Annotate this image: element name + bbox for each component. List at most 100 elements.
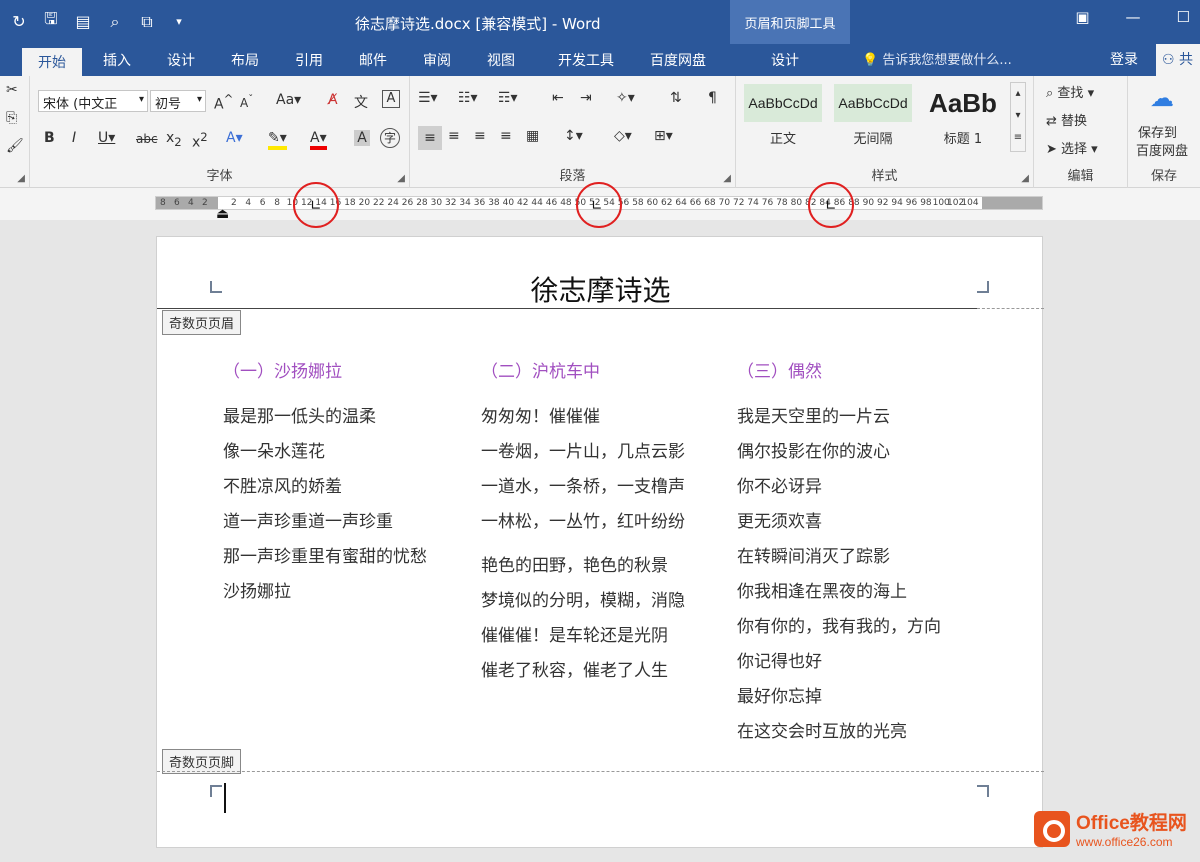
show-marks-icon[interactable]: ¶ — [708, 90, 717, 106]
first-line-indent-marker[interactable]: ⏏ — [216, 206, 229, 222]
save-icon[interactable]: 🖫 — [40, 8, 62, 35]
replace-button[interactable]: ⇄ 替换 — [1046, 110, 1087, 129]
baidu-cloud-icon[interactable]: ☁ — [1150, 84, 1174, 112]
distributed-icon[interactable]: ▦ — [526, 128, 539, 144]
tab-view[interactable]: 视图 — [476, 48, 526, 76]
grow-font-icon[interactable]: A^ — [214, 92, 233, 113]
font-name-combo[interactable]: 宋体 (中文正 ▾ — [38, 90, 148, 112]
enclosed-character-icon[interactable]: 字 — [380, 128, 400, 148]
select-button[interactable]: ➤ 选择 ▾ — [1046, 138, 1098, 157]
poem-column-1[interactable]: （一）沙扬娜拉 最是那一低头的温柔 像一朵水莲花 不胜凉风的娇羞 道一声珍重道一… — [223, 357, 427, 610]
styles-scroll[interactable]: ▴ ▾ ≡ — [1010, 82, 1026, 152]
phonetic-guide-icon[interactable]: 文 — [354, 92, 368, 112]
minimize-icon[interactable]: — — [1126, 8, 1141, 26]
character-border-icon[interactable]: A — [382, 90, 400, 108]
clipboard-expand-icon[interactable]: ◢ — [17, 173, 25, 184]
screenshot-icon[interactable]: ⧉ — [136, 12, 158, 32]
ruler-number: 6 — [174, 198, 180, 208]
find-button[interactable]: ⌕ 查找 ▾ — [1046, 82, 1094, 101]
character-shading-icon[interactable]: A — [354, 130, 370, 146]
poem-line: 不胜凉风的娇羞 — [223, 477, 342, 497]
font-color-icon[interactable]: A▾ — [310, 130, 327, 150]
title-bar: ↻ 🖫 ▤ ⌕ ⧉ ▾ 徐志摩诗选.docx [兼容模式] - Word 页眉和… — [0, 0, 1200, 44]
cut-icon[interactable]: ✂ — [6, 82, 18, 98]
align-left-icon[interactable]: ≡ — [418, 126, 442, 150]
shading-icon[interactable]: ◇▾ — [614, 128, 632, 144]
copy-icon[interactable]: ⎘ — [6, 110, 17, 126]
font-expand-icon[interactable]: ◢ — [397, 173, 405, 184]
italic-button[interactable]: I — [72, 130, 76, 146]
font-size-combo[interactable]: 初号 ▾ — [150, 90, 206, 112]
ruler-number: 90 — [862, 198, 875, 208]
ruler-number: 8 — [160, 198, 166, 208]
ruler-number: 44 — [531, 198, 543, 208]
decrease-indent-icon[interactable]: ⇤ — [552, 90, 564, 106]
tab-header-footer-design[interactable]: 设计 — [760, 48, 810, 76]
page-title[interactable]: 徐志摩诗选 — [157, 269, 1044, 309]
poem-column-2[interactable]: （二）沪杭车中 匆匆匆！催催催 一卷烟，一片山，几点云影 一道水，一条桥，一支橹… — [481, 357, 685, 689]
save-to-button[interactable]: 保存到 — [1138, 122, 1177, 141]
borders-icon[interactable]: ⊞▾ — [654, 128, 673, 144]
numbering-icon[interactable]: ☷▾ — [458, 90, 478, 106]
cursor-icon: ➤ — [1046, 142, 1062, 157]
restore-icon[interactable]: ☐ — [1177, 8, 1190, 26]
highlight-icon[interactable]: ✎▾ — [268, 130, 287, 150]
share-button[interactable]: ⚇ 共 — [1156, 44, 1200, 76]
tab-layout[interactable]: 布局 — [220, 48, 270, 76]
increase-indent-icon[interactable]: ⇥ — [580, 90, 592, 106]
tab-design[interactable]: 设计 — [156, 48, 206, 76]
ruler-number: 26 — [401, 198, 414, 208]
styles-expand-icon[interactable]: ◢ — [1021, 173, 1029, 184]
ruler-number: 34 — [459, 198, 471, 208]
underline-button[interactable]: U▾ — [98, 130, 115, 146]
tab-insert[interactable]: 插入 — [92, 48, 142, 76]
watermark-main: Office教程网 — [1076, 813, 1187, 834]
align-right-icon[interactable]: ≡ — [474, 128, 486, 144]
subscript-button[interactable]: x2 — [166, 130, 182, 149]
superscript-button[interactable]: x2 — [192, 130, 208, 151]
justify-icon[interactable]: ≡ — [500, 128, 512, 144]
shrink-font-icon[interactable]: Aˇ — [240, 94, 253, 110]
style-heading-1[interactable]: AaBb — [924, 84, 1002, 122]
ribbon-options-icon[interactable]: ▣ — [1075, 8, 1089, 26]
tell-me-box[interactable]: 💡 告诉我您想要做什么... — [862, 49, 1012, 68]
ruler-number: 4 — [188, 198, 194, 208]
poem-line: 你有你的，我有我的，方向 — [737, 617, 941, 637]
ruler-number: 66 — [689, 198, 702, 208]
ruler-number: 8 — [274, 198, 280, 208]
tab-review[interactable]: 审阅 — [412, 48, 462, 76]
tab-home[interactable]: 开始 — [22, 48, 82, 76]
tab-references[interactable]: 引用 — [284, 48, 334, 76]
strikethrough-button[interactable]: abc — [136, 132, 158, 146]
change-case-icon[interactable]: Aa▾ — [276, 92, 301, 108]
text-effects-icon[interactable]: A▾ — [226, 130, 243, 146]
tab-mailings[interactable]: 邮件 — [348, 48, 398, 76]
align-center-icon[interactable]: ≡ — [448, 128, 460, 144]
find-icon[interactable]: ⌕ — [104, 12, 126, 32]
ruler-right-margin — [982, 197, 1042, 209]
refresh-icon[interactable]: ↻ — [8, 12, 30, 31]
multilevel-list-icon[interactable]: ☶▾ — [498, 90, 518, 106]
dropdown-arrow-icon: ▾ — [196, 94, 202, 105]
chinese-layout-icon[interactable]: ✧▾ — [616, 90, 635, 106]
annotation-circle-1 — [293, 182, 339, 228]
bold-button[interactable]: B — [44, 130, 55, 146]
tab-developer[interactable]: 开发工具 — [548, 48, 624, 76]
login-link[interactable]: 登录 — [1110, 49, 1138, 69]
paragraph-expand-icon[interactable]: ◢ — [723, 173, 731, 184]
poem-line: 你记得也好 — [737, 652, 822, 672]
clear-format-icon[interactable]: A̸ — [328, 92, 338, 108]
more-icon[interactable]: ▾ — [168, 15, 190, 28]
format-painter-icon[interactable]: 🖌 — [6, 138, 24, 154]
sort-icon[interactable]: ⇅ — [670, 90, 682, 106]
poem-line: 催老了秋容，催老了人生 — [481, 661, 668, 681]
bullets-icon[interactable]: ☰▾ — [418, 90, 438, 106]
document-page[interactable]: 徐志摩诗选 奇数页页眉 （一）沙扬娜拉 最是那一低头的温柔 像一朵水莲花 不胜凉… — [156, 236, 1044, 848]
tab-baidu-netdisk[interactable]: 百度网盘 — [640, 48, 716, 76]
style-no-spacing[interactable]: AaBbCcDd — [834, 84, 912, 122]
poem-line: 一道水，一条桥，一支橹声 — [481, 477, 685, 497]
line-spacing-icon[interactable]: ↕▾ — [564, 128, 583, 144]
format-icon[interactable]: ▤ — [72, 12, 94, 31]
style-normal[interactable]: AaBbCcDd — [744, 84, 822, 122]
poem-column-3[interactable]: （三）偶然 我是天空里的一片云 偶尔投影在你的波心 你不必讶异 更无须欢喜 在转… — [737, 357, 941, 750]
